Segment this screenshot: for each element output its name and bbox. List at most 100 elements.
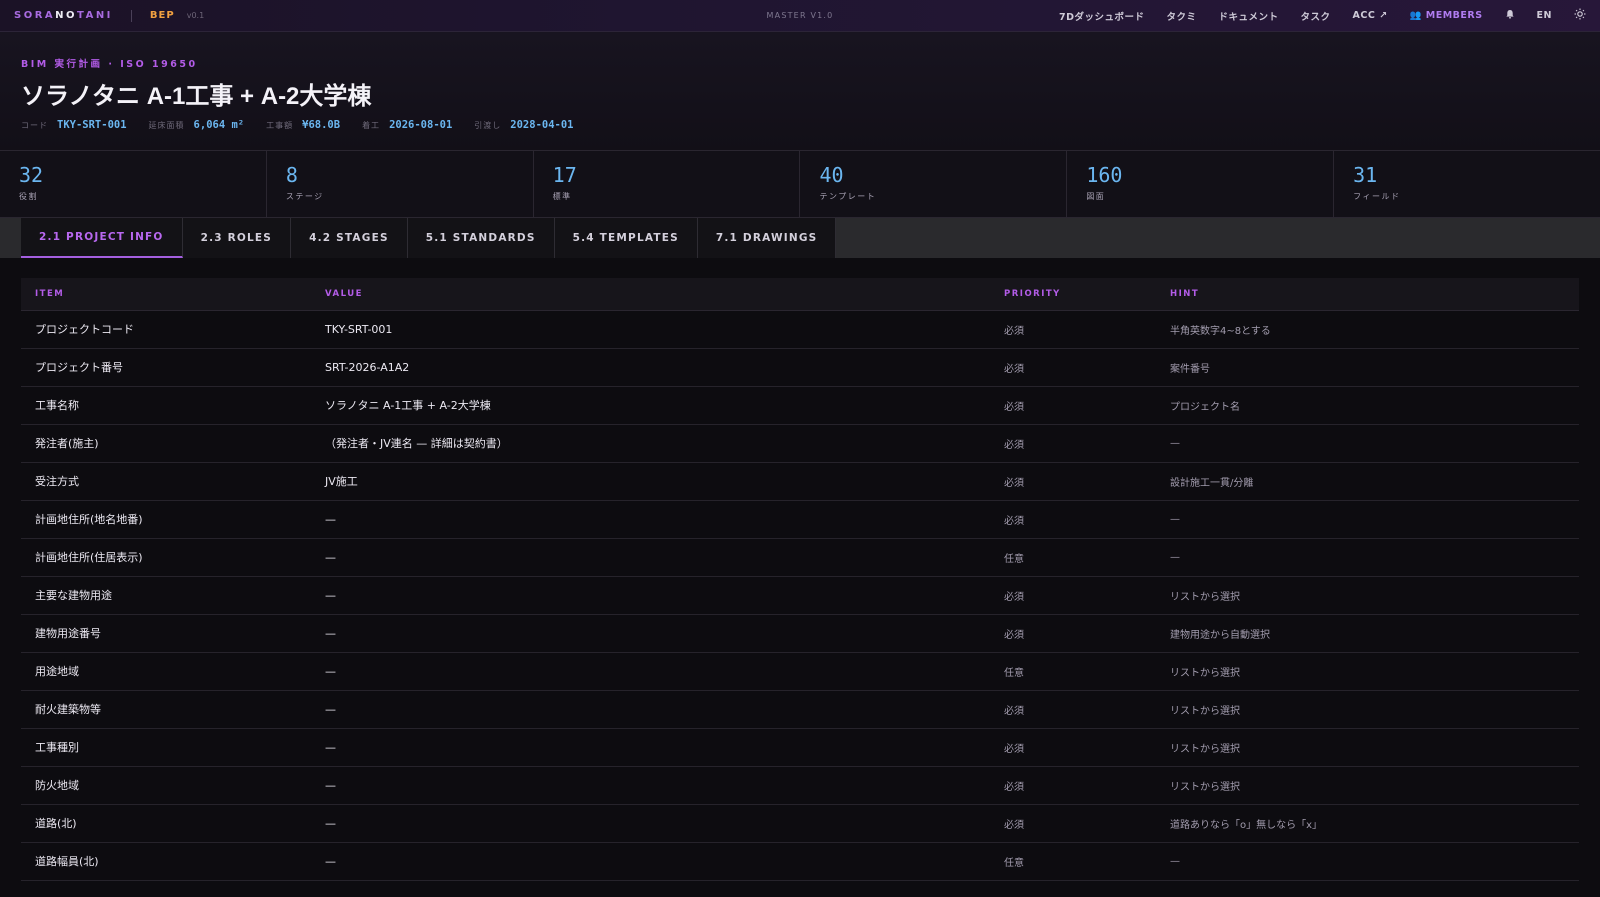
cell-value[interactable]: ソラノタニ A-1工事 + A-2大学棟 xyxy=(311,386,990,425)
stat-label: フィールド xyxy=(1353,192,1401,201)
cell-item: 計画地住所(住居表示) xyxy=(21,538,311,577)
cell-priority: 必須 xyxy=(990,462,1156,501)
cell-hint: リストから選択 xyxy=(1156,652,1579,691)
page-title: ソラノタニ A-1工事 + A-2大学棟 xyxy=(21,83,372,110)
cell-priority: 必須 xyxy=(990,766,1156,805)
meta-value-floor-area: 6,064 m² xyxy=(193,119,245,131)
cell-priority: 必須 xyxy=(990,804,1156,843)
stats-row: 32 役割 8 ステージ 17 標準 40 テンプレート 160 図面 31 フ… xyxy=(0,150,1600,218)
tab-templates[interactable]: 5.4 TEMPLATES xyxy=(554,218,698,258)
cell-value[interactable]: SRT-2026-A1A2 xyxy=(311,348,990,387)
cell-item: 道路(北) xyxy=(21,804,311,843)
master-version: MASTER V1.0 xyxy=(766,11,834,20)
table-row[interactable]: 用途地域 — 任意 リストから選択 xyxy=(21,652,1579,691)
tab-stages[interactable]: 4.2 STAGES xyxy=(291,218,408,258)
cell-value[interactable]: — xyxy=(311,500,990,539)
stat-label: 役割 xyxy=(19,192,38,201)
table-row[interactable]: 道路幅員(北) — 任意 — xyxy=(21,842,1579,881)
column-header-priority[interactable]: PRIORITY xyxy=(990,278,1156,311)
cell-hint: プロジェクト名 xyxy=(1156,386,1579,425)
table-row[interactable]: 計画地住所(地名地番) — 必須 — xyxy=(21,500,1579,539)
cell-value[interactable]: — xyxy=(311,804,990,843)
table-row[interactable]: 受注方式 JV施工 必須 設計施工一貫/分離 xyxy=(21,462,1579,501)
meta-label-code: コード xyxy=(21,121,48,130)
cell-value[interactable]: — xyxy=(311,652,990,691)
section-tabs: 2.1 PROJECT INFO 2.3 ROLES 4.2 STAGES 5.… xyxy=(0,218,1600,258)
table-row[interactable]: プロジェクト番号 SRT-2026-A1A2 必須 案件番号 xyxy=(21,348,1579,387)
stat-roles: 32 役割 xyxy=(0,151,267,217)
cell-value[interactable]: JV施工 xyxy=(311,462,990,501)
cell-hint: リストから選択 xyxy=(1156,576,1579,615)
table-row[interactable]: 発注者(施主) （発注者・JV連名 — 詳細は契約書） 必須 — xyxy=(21,424,1579,463)
project-meta: コード TKY-SRT-001 延床面積 6,064 m² 工事額 ¥68.0B… xyxy=(21,119,1579,131)
cell-priority: 必須 xyxy=(990,614,1156,653)
nav-members[interactable]: 👥 MEMBERS xyxy=(1410,10,1483,21)
cell-value[interactable]: TKY-SRT-001 xyxy=(311,310,990,349)
meta-value-code: TKY-SRT-001 xyxy=(57,119,127,131)
nav-7d-dashboard[interactable]: 7Dダッシュボード xyxy=(1059,9,1145,23)
nav-tasks[interactable]: タスク xyxy=(1301,9,1331,23)
brand-logo[interactable]: SORANOTANI xyxy=(14,10,113,21)
nav-takumi[interactable]: タクミ xyxy=(1167,9,1197,23)
table-row[interactable]: 工事名称 ソラノタニ A-1工事 + A-2大学棟 必須 プロジェクト名 xyxy=(21,386,1579,425)
brand-part-2: NO xyxy=(55,10,78,21)
cell-hint: 案件番号 xyxy=(1156,348,1579,387)
cell-item: 用途地域 xyxy=(21,652,311,691)
cell-priority: 任意 xyxy=(990,538,1156,577)
cell-priority: 必須 xyxy=(990,576,1156,615)
cell-item: 耐火建築物等 xyxy=(21,690,311,729)
cell-item: 建物用途番号 xyxy=(21,614,311,653)
stat-value: 17 xyxy=(552,163,577,187)
cell-value[interactable]: — xyxy=(311,766,990,805)
table-row[interactable]: 工事種別 — 必須 リストから選択 xyxy=(21,728,1579,767)
top-nav-bar: SORANOTANI BEP v0.1 MASTER V1.0 7Dダッシュボー… xyxy=(0,0,1600,32)
tab-project-info[interactable]: 2.1 PROJECT INFO xyxy=(21,218,183,258)
stat-label: テンプレート xyxy=(819,192,877,201)
cell-value[interactable]: — xyxy=(311,842,990,881)
table-row[interactable]: 建物用途番号 — 必須 建物用途から自動選択 xyxy=(21,614,1579,653)
tab-drawings[interactable]: 7.1 DRAWINGS xyxy=(697,218,837,258)
language-toggle[interactable]: EN xyxy=(1537,10,1552,21)
cell-item: 受注方式 xyxy=(21,462,311,501)
cell-value[interactable]: — xyxy=(311,576,990,615)
cell-hint: リストから選択 xyxy=(1156,728,1579,767)
brand-part-1: SORA xyxy=(14,10,56,21)
cell-value[interactable]: — xyxy=(311,614,990,653)
cell-value[interactable]: — xyxy=(311,728,990,767)
cell-hint: — xyxy=(1156,424,1579,463)
cell-priority: 必須 xyxy=(990,690,1156,729)
main-nav: 7Dダッシュボード タクミ ドキュメント タスク ACC ↗ 👥 MEMBERS… xyxy=(1037,8,1586,23)
bell-icon[interactable] xyxy=(1505,9,1515,22)
table-row[interactable]: 主要な建物用途 — 必須 リストから選択 xyxy=(21,576,1579,615)
table-row[interactable]: 防火地域 — 必須 リストから選択 xyxy=(21,766,1579,805)
table-row[interactable]: 耐火建築物等 — 必須 リストから選択 xyxy=(21,690,1579,729)
stat-value: 40 xyxy=(819,163,844,187)
tab-roles[interactable]: 2.3 ROLES xyxy=(182,218,292,258)
column-header-item[interactable]: ITEM xyxy=(21,278,311,311)
cell-item: 道路幅員(北) xyxy=(21,842,311,881)
cell-item: 計画地住所(地名地番) xyxy=(21,500,311,539)
tab-standards[interactable]: 5.1 STANDARDS xyxy=(407,218,555,258)
cell-priority: 任意 xyxy=(990,842,1156,881)
cell-item: 発注者(施主) xyxy=(21,424,311,463)
table-row[interactable]: 道路(北) — 必須 道路ありなら「o」無しなら「x」 xyxy=(21,804,1579,843)
stat-label: 図面 xyxy=(1086,192,1106,201)
project-info-panel: ITEM VALUE PRIORITY HINT プロジェクトコード TKY-SR… xyxy=(0,258,1600,881)
nav-documents[interactable]: ドキュメント xyxy=(1219,9,1279,23)
table-row[interactable]: 計画地住所(住居表示) — 任意 — xyxy=(21,538,1579,577)
section-eyebrow: BIM 実行計画 · ISO 19650 xyxy=(21,59,198,70)
column-header-value[interactable]: VALUE xyxy=(311,278,990,311)
stat-stages: 8 ステージ xyxy=(267,151,534,217)
stat-value: 31 xyxy=(1353,163,1378,187)
app-name: BEP xyxy=(149,10,175,21)
cell-value[interactable]: （発注者・JV連名 — 詳細は契約書） xyxy=(311,424,990,463)
cell-item: プロジェクト番号 xyxy=(21,348,311,387)
cell-value[interactable]: — xyxy=(311,538,990,577)
meta-label-handover: 引渡し xyxy=(474,121,502,130)
sun-icon[interactable] xyxy=(1574,8,1586,23)
cell-value[interactable]: — xyxy=(311,690,990,729)
column-header-hint[interactable]: HINT xyxy=(1156,278,1579,311)
nav-acc-external[interactable]: ACC ↗ xyxy=(1353,10,1388,21)
cell-hint: — xyxy=(1156,842,1579,881)
table-row[interactable]: プロジェクトコード TKY-SRT-001 必須 半角英数字4~8とする xyxy=(21,310,1579,349)
